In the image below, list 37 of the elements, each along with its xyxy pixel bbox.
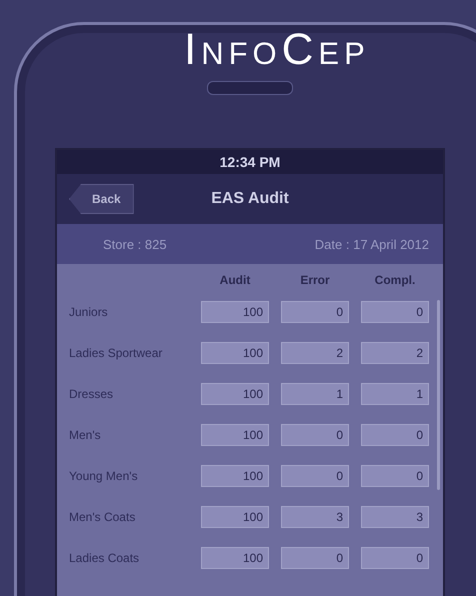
row-label: Ladies Coats: [69, 550, 140, 564]
value-field[interactable]: 100: [201, 506, 269, 528]
value-field[interactable]: 0: [281, 300, 349, 322]
column-header: Audit: [218, 273, 252, 287]
value-field[interactable]: 100: [201, 464, 269, 486]
row-label: Men's: [69, 428, 102, 442]
row-label: Dresses: [69, 386, 114, 400]
value-field[interactable]: 0: [361, 546, 429, 568]
row-label: Men's Coats: [69, 510, 136, 524]
back-button[interactable]: Back: [69, 184, 134, 214]
value-field[interactable]: 1: [281, 382, 349, 404]
row-label: Ladies Sportwear: [69, 346, 164, 360]
status-time: 12:34 PM: [220, 154, 280, 170]
value-field[interactable]: 100: [201, 546, 269, 568]
screen-title: EAS Audit: [211, 190, 289, 208]
value-field[interactable]: 100: [201, 424, 269, 446]
value-field[interactable]: 0: [361, 464, 429, 486]
column-header: Compl.: [374, 273, 416, 287]
row-label: Young Men's: [69, 468, 139, 482]
brand-logo: InfoCep: [184, 28, 370, 72]
value-field[interactable]: 2: [361, 342, 429, 364]
value-field[interactable]: 100: [201, 300, 269, 322]
row-label: Juniors: [69, 304, 109, 318]
value-field[interactable]: 0: [361, 424, 429, 446]
value-field[interactable]: 0: [281, 424, 349, 446]
value-field[interactable]: 100: [201, 382, 269, 404]
value-field[interactable]: 0: [281, 464, 349, 486]
value-field[interactable]: 1: [361, 382, 429, 404]
store-label: Store : 825: [103, 236, 167, 252]
value-field[interactable]: 0: [281, 546, 349, 568]
value-field[interactable]: 2: [281, 342, 349, 364]
value-field[interactable]: 100: [201, 342, 269, 364]
value-field[interactable]: 3: [361, 506, 429, 528]
value-field[interactable]: 3: [281, 506, 349, 528]
date-label: Date : 17 April 2012: [314, 236, 429, 252]
value-field[interactable]: 0: [361, 300, 429, 322]
column-header: Error: [299, 273, 331, 287]
